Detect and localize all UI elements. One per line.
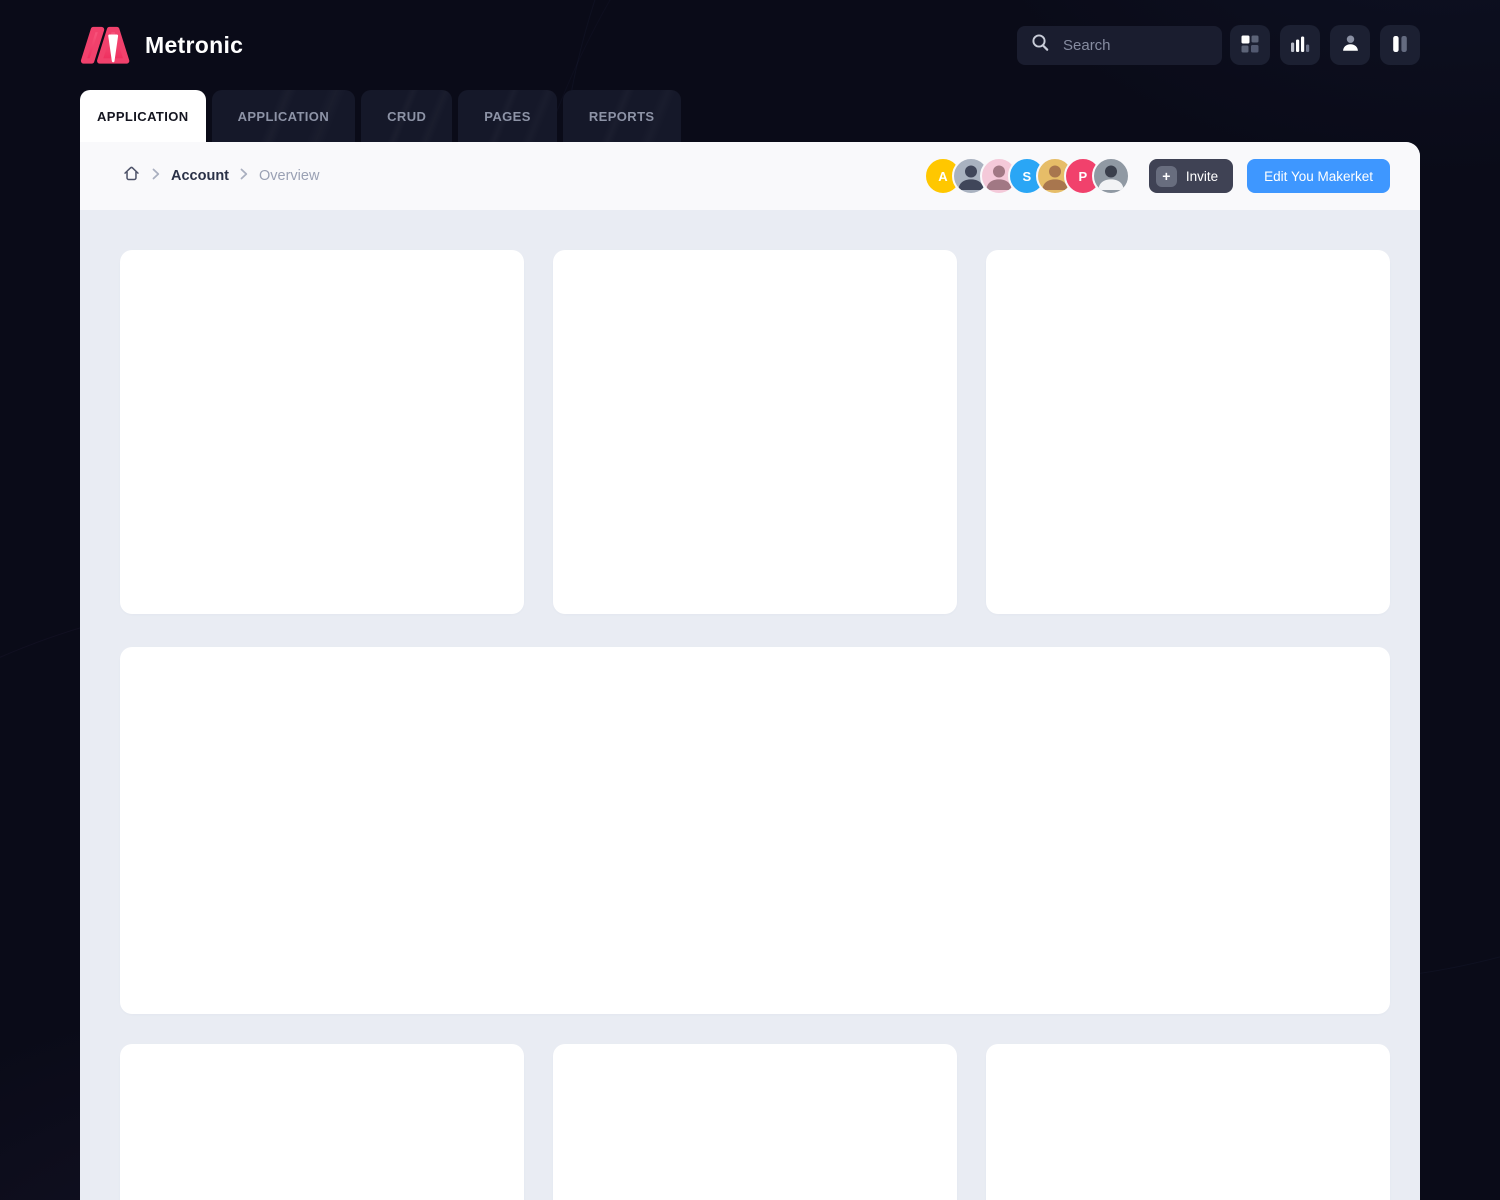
search-input[interactable]	[1061, 36, 1208, 55]
search-box[interactable]	[1017, 26, 1222, 65]
plus-icon: +	[1156, 166, 1177, 187]
top-header: Metronic	[0, 0, 1500, 90]
tab-pages[interactable]: PAGES	[458, 90, 557, 142]
toolbar: Account Overview A	[80, 142, 1420, 210]
main-tab-bar: APPLICATION APPLICATION CRUD PAGES REPOR…	[80, 90, 1500, 142]
invite-button-label: Invite	[1186, 169, 1218, 184]
avatar-group: A S	[924, 157, 1130, 195]
brand-name: Metronic	[145, 32, 243, 59]
user-button[interactable]	[1330, 25, 1370, 65]
card	[986, 250, 1390, 614]
invite-button[interactable]: + Invite	[1149, 159, 1233, 193]
main-content	[80, 210, 1420, 1200]
tab-application-2[interactable]: APPLICATION	[212, 90, 356, 142]
chevron-right-icon	[152, 167, 160, 185]
grid-apps-button[interactable]	[1230, 25, 1270, 65]
brand[interactable]: Metronic	[80, 21, 243, 70]
metronic-m-icon	[80, 21, 132, 70]
header-actions	[1017, 25, 1420, 65]
breadcrumb: Account Overview	[122, 164, 319, 188]
page: Metronic	[0, 0, 1500, 1200]
search-icon	[1031, 33, 1050, 57]
tab-application[interactable]: APPLICATION	[80, 90, 206, 142]
card	[120, 250, 524, 614]
avatar-photo-4[interactable]	[1092, 157, 1130, 195]
grid-apps-icon	[1240, 34, 1260, 57]
breadcrumb-item-overview: Overview	[259, 168, 319, 184]
card-row-bottom	[120, 1044, 1390, 1200]
home-icon[interactable]	[122, 164, 141, 188]
card	[986, 1044, 1390, 1200]
content-shell: Account Overview A	[80, 142, 1420, 1200]
bar-chart-button[interactable]	[1280, 25, 1320, 65]
card-wide	[120, 647, 1390, 1014]
card	[553, 1044, 957, 1200]
tab-reports[interactable]: REPORTS	[563, 90, 681, 142]
breadcrumb-item-account[interactable]: Account	[171, 168, 229, 184]
layout-columns-icon	[1390, 34, 1410, 57]
edit-market-button[interactable]: Edit You Makerket	[1247, 159, 1390, 193]
tab-crud[interactable]: CRUD	[361, 90, 452, 142]
layout-columns-button[interactable]	[1380, 25, 1420, 65]
toolbar-right: A S	[924, 157, 1390, 195]
user-icon	[1340, 33, 1361, 57]
bar-chart-icon	[1290, 34, 1310, 57]
card	[120, 1044, 524, 1200]
chevron-right-icon	[240, 167, 248, 185]
card	[553, 250, 957, 614]
card-row-top	[120, 250, 1390, 614]
